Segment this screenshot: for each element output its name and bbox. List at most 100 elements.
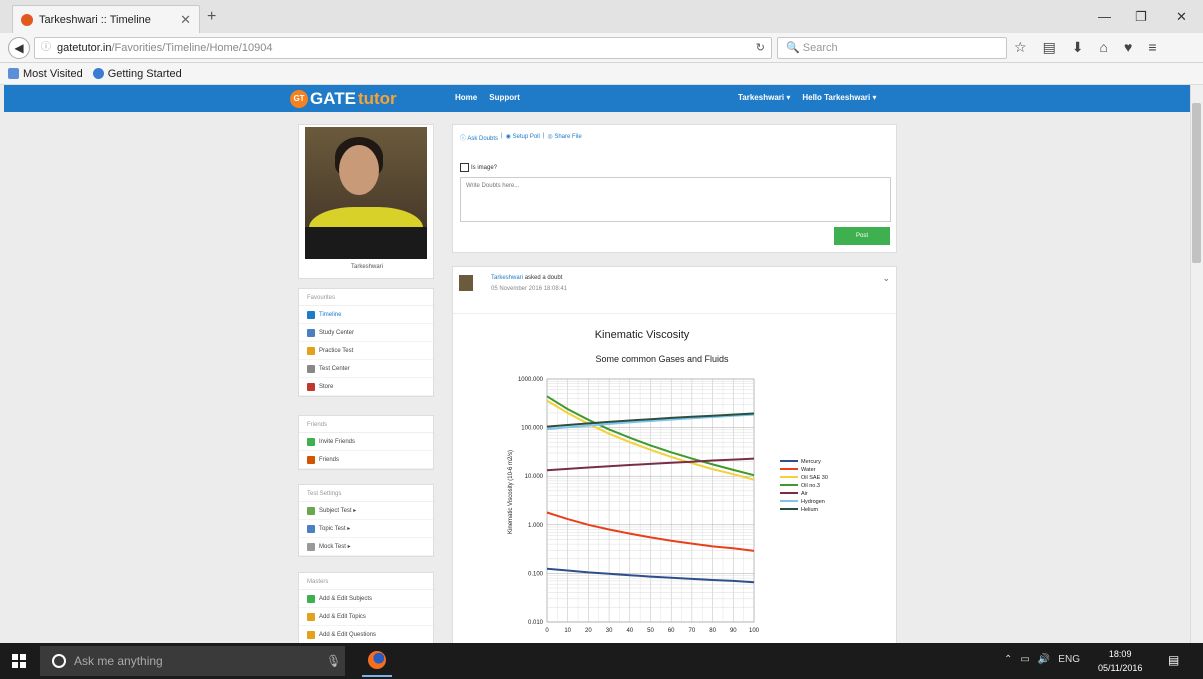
friends-icon	[307, 455, 315, 464]
microphone-icon[interactable]: 🎙	[326, 646, 341, 676]
home-icon[interactable]: ⌂	[1100, 39, 1108, 56]
back-button[interactable]: ◀	[8, 37, 30, 59]
pocket-icon[interactable]: ♥	[1124, 39, 1132, 56]
sidebar-item-subject-test[interactable]: Subject Test ▸	[299, 502, 433, 520]
sidebar-item-invite-friends[interactable]: Invite Friends	[299, 433, 433, 451]
bookmark-star-icon[interactable]: ☆	[1014, 39, 1027, 56]
legend-label: Oil SAE 30	[801, 475, 828, 481]
sidebar-item-add-edit-questions[interactable]: Add & Edit Questions	[299, 626, 433, 643]
browser-search-input[interactable]: 🔍 Search	[777, 37, 1007, 59]
bookmarks-bar: Most Visited Getting Started	[0, 63, 1203, 85]
tab-title: Tarkeshwari :: Timeline	[39, 13, 151, 26]
setup-poll-link[interactable]: ◉ Setup Poll	[506, 133, 540, 142]
subject-test-icon	[307, 506, 315, 515]
is-image-checkbox[interactable]	[460, 163, 469, 172]
new-tab-button[interactable]: +	[207, 8, 216, 26]
tray-chevron-icon[interactable]: ⌃	[1004, 654, 1012, 665]
nav-hello-dropdown[interactable]: Hello Tarkeshwari ▾	[802, 93, 876, 102]
post-options-chevron-icon[interactable]: ⌄	[882, 273, 890, 284]
composer-actions: ⓘ Ask Doubts | ◉ Setup Poll | ◎ Share Fi…	[460, 133, 582, 142]
x-tick-label: 30	[606, 628, 613, 634]
browser-tab[interactable]: Tarkeshwari :: Timeline ✕	[12, 5, 200, 33]
doubt-textarea[interactable]	[460, 177, 891, 222]
language-indicator[interactable]: ENG	[1058, 654, 1080, 665]
page-scrollbar[interactable]	[1190, 85, 1203, 643]
practice-test-icon	[307, 346, 315, 355]
url-path: /Favorities/Timeline/Home/10904	[111, 42, 273, 54]
sidebar-item-mock-test[interactable]: Mock Test ▸	[299, 538, 433, 556]
network-icon[interactable]: ▭	[1020, 654, 1029, 665]
legend-label: Hydrogen	[801, 499, 825, 505]
windows-start-icon[interactable]	[12, 654, 26, 668]
favicon-icon	[21, 13, 33, 26]
x-tick-label: 80	[709, 628, 716, 634]
system-tray: ⌃ ▭ 🔊 ENG	[1004, 654, 1080, 665]
store-icon	[307, 382, 315, 391]
nav-home-link[interactable]: Home	[455, 93, 477, 102]
y-tick-label: 10.000	[525, 474, 544, 480]
maximize-button[interactable]: ❐	[1135, 9, 1147, 25]
firefox-taskbar-icon[interactable]	[362, 645, 392, 677]
info-icon[interactable]: ⓘ	[41, 38, 51, 58]
x-tick-label: 90	[730, 628, 737, 634]
logo-tutor: tutor	[357, 89, 397, 108]
mock-test-icon	[307, 542, 315, 551]
globe-icon	[92, 68, 104, 79]
cortana-search[interactable]: Ask me anything 🎙	[40, 646, 345, 676]
taskbar-clock[interactable]: 18:09 05/11/2016	[1098, 647, 1142, 675]
post-composer: ⓘ Ask Doubts | ◉ Setup Poll | ◎ Share Fi…	[452, 124, 897, 253]
site-logo[interactable]: GT GATE tutor	[290, 89, 397, 109]
y-tick-label: 0.010	[528, 620, 544, 626]
y-tick-label: 1000.000	[518, 377, 544, 383]
post-date: 05 November 2016 18:08:41	[491, 286, 568, 292]
folder-icon	[8, 68, 19, 79]
minimize-button[interactable]: —	[1098, 9, 1111, 24]
bookmark-getting-started[interactable]: Getting Started	[92, 68, 182, 80]
is-image-label: Is image?	[471, 164, 498, 171]
notifications-icon[interactable]: ▤	[1168, 653, 1179, 667]
bookmark-most-visited[interactable]: Most Visited	[8, 68, 83, 80]
reload-icon[interactable]: ↻	[756, 38, 765, 58]
post-button[interactable]: Post	[834, 227, 890, 245]
sidebar-item-study-center[interactable]: Study Center	[299, 324, 433, 342]
sidebar-item-add-edit-topics[interactable]: Add & Edit Topics	[299, 608, 433, 626]
profile-name: Tarkeshwari	[350, 264, 383, 270]
menu-label: Invite Friends	[319, 438, 356, 445]
poster-name[interactable]: Tarkeshwari	[491, 275, 523, 281]
close-window-button[interactable]: ✕	[1176, 9, 1187, 25]
menu-icon[interactable]: ≡	[1148, 39, 1156, 56]
legend-label: Oil no.3	[801, 483, 820, 489]
sidebar-item-add-edit-subjects[interactable]: Add & Edit Subjects	[299, 590, 433, 608]
scrollbar-thumb[interactable]	[1192, 103, 1201, 263]
firefox-icon	[368, 651, 386, 669]
nav-support-link[interactable]: Support	[489, 93, 520, 102]
download-icon[interactable]: ⬇	[1072, 39, 1084, 56]
reading-list-icon[interactable]: ▤	[1043, 39, 1056, 56]
chart-legend: Mercury Water Oil SAE 30 Oil no.3 Air Hydroge…	[780, 459, 828, 513]
sidebar-item-friends[interactable]: Friends	[299, 451, 433, 469]
poster-avatar[interactable]	[459, 275, 473, 291]
y-tick-label: 1.000	[528, 523, 544, 529]
url-bar[interactable]: ⓘ gatetutor.in/Favorities/Timeline/Home/…	[34, 37, 772, 59]
logo-badge: GT	[290, 90, 308, 108]
close-tab-icon[interactable]: ✕	[180, 12, 191, 28]
nav-user-dropdown[interactable]: Tarkeshwari ▾	[738, 93, 790, 102]
sidebar-item-topic-test[interactable]: Topic Test ▸	[299, 520, 433, 538]
tab-bar: Tarkeshwari :: Timeline ✕ + — ❐ ✕	[0, 0, 1203, 33]
x-tick-label: 50	[647, 628, 654, 634]
search-placeholder: Search	[802, 42, 838, 54]
menu-header: Masters	[299, 573, 433, 590]
volume-icon[interactable]: 🔊	[1038, 654, 1050, 665]
legend-label: Mercury	[801, 459, 821, 465]
profile-photo[interactable]	[305, 127, 427, 259]
sidebar-item-practice-test[interactable]: Practice Test	[299, 342, 433, 360]
x-tick-label: 70	[689, 628, 696, 634]
sidebar-item-store[interactable]: Store	[299, 378, 433, 396]
x-tick-label: 60	[668, 628, 675, 634]
ask-doubts-link[interactable]: ⓘ Ask Doubts	[460, 133, 498, 142]
share-file-link[interactable]: ◎ Share File	[547, 133, 581, 142]
sidebar-item-timeline[interactable]: Timeline	[299, 306, 433, 324]
test-settings-menu: Test Settings Subject Test ▸ Topic Test …	[298, 484, 434, 557]
sidebar-item-test-center[interactable]: Test Center	[299, 360, 433, 378]
photo-face	[339, 145, 379, 195]
